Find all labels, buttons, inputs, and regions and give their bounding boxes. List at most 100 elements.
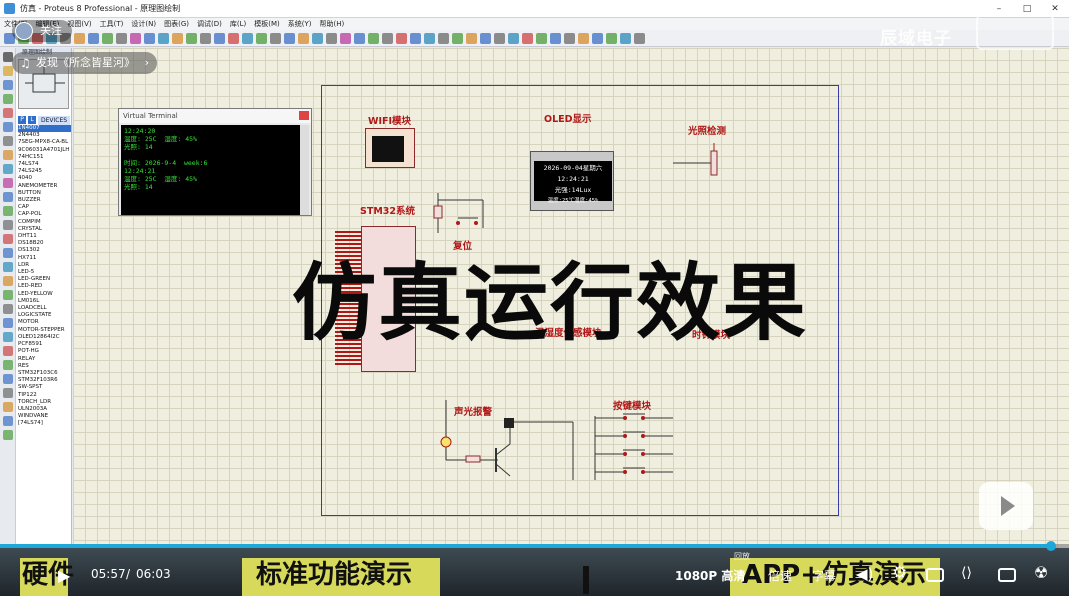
menu-debug[interactable]: 调试(D)	[197, 19, 222, 29]
toolbar-tool-icon[interactable]	[368, 32, 379, 44]
big-play-icon[interactable]	[979, 482, 1033, 530]
device-list-item[interactable]: ULN2003A	[18, 406, 71, 413]
device-list-item[interactable]: RELAY	[18, 356, 71, 363]
pip-icon[interactable]	[926, 568, 944, 582]
device-list-item[interactable]: LED-YELLOW	[18, 291, 71, 298]
device-list-item[interactable]: ANEMOMETER	[18, 183, 71, 190]
toolbar-tool-icon[interactable]	[452, 32, 463, 44]
device-list-item[interactable]: CRYSTAL	[18, 226, 71, 233]
widescreen-icon[interactable]: ⟨⟩	[961, 565, 972, 581]
device-list-item[interactable]: DS18B20	[18, 240, 71, 247]
pick-device-button[interactable]: P	[18, 116, 26, 124]
menu-template[interactable]: 模板(M)	[254, 19, 280, 29]
mode-tool-icon[interactable]	[3, 150, 13, 160]
device-list-item[interactable]: BUZZER	[18, 197, 71, 204]
toolbar-tool-icon[interactable]	[312, 32, 323, 44]
library-button[interactable]: L	[28, 116, 36, 124]
toolbar-tool-icon[interactable]	[466, 32, 477, 44]
oled-display-component[interactable]: 2026-09-04星期六 12:24:21 光强:14Lux 温度:25℃湿度…	[530, 151, 614, 211]
toolbar-tool-icon[interactable]	[634, 32, 645, 44]
toolbar-tool-icon[interactable]	[144, 32, 155, 44]
toolbar-tool-icon[interactable]	[578, 32, 589, 44]
device-list-item[interactable]: 9C06031A4701JLH	[18, 147, 71, 154]
toolbar-tool-icon[interactable]	[424, 32, 435, 44]
mode-tool-icon[interactable]	[3, 80, 13, 90]
device-list-item[interactable]: TIP122	[18, 392, 71, 399]
device-list-item[interactable]: SW-SPST	[18, 384, 71, 391]
device-list-item[interactable]: BUTTON	[18, 190, 71, 197]
device-list-item[interactable]: CAP	[18, 204, 71, 211]
toolbar-tool-icon[interactable]	[410, 32, 421, 44]
device-list-item[interactable]: 74HC151	[18, 154, 71, 161]
device-list-item[interactable]: TORCH_LDR	[18, 399, 71, 406]
toolbar-tool-icon[interactable]	[508, 32, 519, 44]
follow-button[interactable]: 关注	[12, 20, 72, 42]
mode-tool-icon[interactable]	[3, 234, 13, 244]
terminal-close-icon[interactable]	[299, 111, 309, 120]
mode-tool-icon[interactable]	[3, 262, 13, 272]
toolbar-tool-icon[interactable]	[606, 32, 617, 44]
device-list-item[interactable]: 2N4403	[18, 132, 71, 139]
device-list-item[interactable]: LOADCELL	[18, 305, 71, 312]
device-list-item[interactable]: RES	[18, 363, 71, 370]
device-list-item[interactable]: CAP-POL	[18, 211, 71, 218]
mode-tool-icon[interactable]	[3, 374, 13, 384]
wifi-module-chip[interactable]	[365, 128, 415, 168]
progress-bar[interactable]	[0, 541, 1069, 551]
toolbar-tool-icon[interactable]	[438, 32, 449, 44]
mode-tool-icon[interactable]	[3, 178, 13, 188]
toolbar-tool-icon[interactable]	[480, 32, 491, 44]
toolbar-tool-icon[interactable]	[382, 32, 393, 44]
toolbar-tool-icon[interactable]	[284, 32, 295, 44]
device-list-item[interactable]: DHT11	[18, 233, 71, 240]
toolbar-tool-icon[interactable]	[494, 32, 505, 44]
menu-graph[interactable]: 图表(G)	[164, 19, 189, 29]
mode-tool-icon[interactable]	[3, 290, 13, 300]
toolbar-tool-icon[interactable]	[214, 32, 225, 44]
toolbar-tool-icon[interactable]	[270, 32, 281, 44]
mode-tool-icon[interactable]	[3, 206, 13, 216]
mode-tool-icon[interactable]	[3, 318, 13, 328]
mode-tool-icon[interactable]	[3, 220, 13, 230]
mode-tool-icon[interactable]	[3, 360, 13, 370]
device-list-item[interactable]: STM32F103C6	[18, 370, 71, 377]
subtitle-button[interactable]: 字幕	[812, 567, 836, 584]
toolbar-tool-icon[interactable]	[536, 32, 547, 44]
mode-tool-icon[interactable]	[3, 108, 13, 118]
device-list-item[interactable]: LM016L	[18, 298, 71, 305]
mode-tool-icon[interactable]	[3, 388, 13, 398]
toolbar-tool-icon[interactable]	[200, 32, 211, 44]
toolbar-tool-icon[interactable]	[88, 32, 99, 44]
device-list-item[interactable]: COMPIM	[18, 219, 71, 226]
mode-tool-icon[interactable]	[3, 164, 13, 174]
mode-tool-icon[interactable]	[3, 332, 13, 342]
device-list-item[interactable]: 74LS74	[18, 161, 71, 168]
device-list-item[interactable]: LED-RED	[18, 283, 71, 290]
mode-tool-icon[interactable]	[3, 122, 13, 132]
toolbar-tool-icon[interactable]	[326, 32, 337, 44]
device-list-item[interactable]: HX711	[18, 255, 71, 262]
device-list-item[interactable]: 7SEG-MPX8-CA-BL	[18, 139, 71, 146]
toolbar-tool-icon[interactable]	[172, 32, 183, 44]
virtual-terminal-window[interactable]: Virtual Terminal 12:24:20 温度: 25C 湿度: 45%…	[118, 108, 312, 216]
device-list-item[interactable]: LED-5	[18, 269, 71, 276]
progress-handle[interactable]	[1045, 541, 1056, 551]
toolbar-tool-icon[interactable]	[228, 32, 239, 44]
mode-tool-icon[interactable]	[3, 402, 13, 412]
mode-tool-icon[interactable]	[3, 430, 13, 440]
toolbar-tool-icon[interactable]	[522, 32, 533, 44]
device-list-item[interactable]: 4040	[18, 175, 71, 182]
toolbar-tool-icon[interactable]	[158, 32, 169, 44]
menu-library[interactable]: 库(L)	[230, 19, 246, 29]
toolbar-tool-icon[interactable]	[242, 32, 253, 44]
menu-design[interactable]: 设计(N)	[131, 19, 156, 29]
music-discover-chip[interactable]: ♫ 发现《所念皆星河》 ›	[12, 52, 157, 74]
device-list-item[interactable]: LED-GREEN	[18, 276, 71, 283]
quality-button[interactable]: 1080P 高清	[675, 567, 745, 584]
toolbar-tool-icon[interactable]	[592, 32, 603, 44]
fullscreen-icon[interactable]	[998, 568, 1016, 582]
terminal-scrollbar[interactable]	[300, 125, 309, 215]
device-list-item[interactable]: STM32F103R6	[18, 377, 71, 384]
toolbar-tool-icon[interactable]	[340, 32, 351, 44]
mode-tool-icon[interactable]	[3, 276, 13, 286]
